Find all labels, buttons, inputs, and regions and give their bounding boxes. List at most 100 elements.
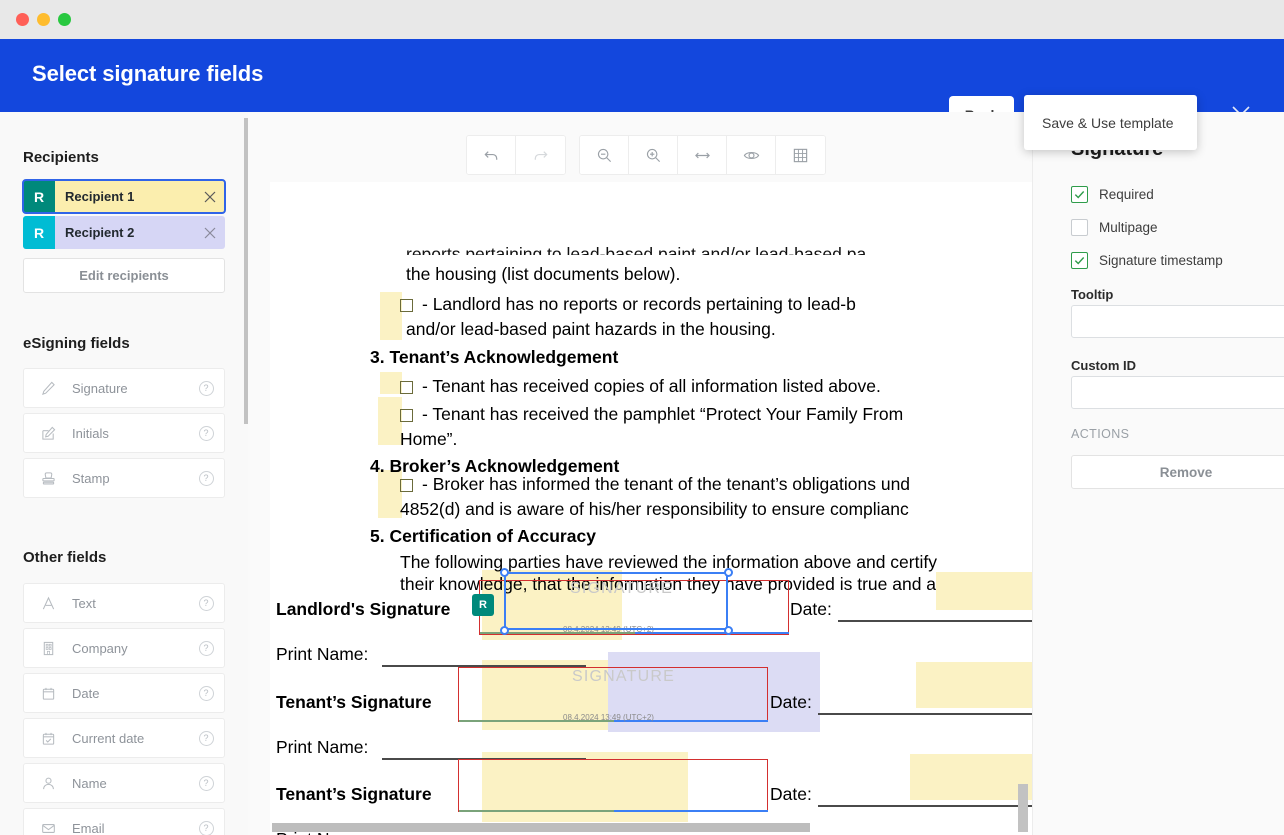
fit-width-button[interactable]	[678, 136, 727, 174]
window-minimize-dot[interactable]	[37, 13, 50, 26]
toolbar-history-group	[466, 135, 566, 175]
remove-field-button[interactable]: Remove	[1071, 455, 1284, 489]
date-field-highlight[interactable]	[910, 754, 1032, 800]
grid-button[interactable]	[776, 136, 825, 174]
field-label: Signature	[72, 381, 188, 396]
question-mark-icon: ?	[199, 596, 214, 611]
print-name-label-1: Print Name:	[276, 642, 368, 667]
doc-heading-3: 3. Tenant’s Acknowledgement	[370, 345, 618, 370]
menu-item-save-and-use-template[interactable]: Save & Use template	[1024, 95, 1197, 150]
grid-icon	[792, 147, 809, 164]
date-field-highlight[interactable]	[936, 572, 1032, 610]
field-signature[interactable]: Signature ?	[23, 368, 225, 408]
field-name[interactable]: Name ?	[23, 763, 225, 803]
doc-line-0: reports pertaining to lead-based paint a…	[406, 242, 866, 255]
doc-line-10: 4852(d) and is aware of his/her responsi…	[400, 497, 909, 522]
redo-button[interactable]	[516, 136, 565, 174]
document-horizontal-scrollbar-thumb[interactable]	[272, 823, 810, 832]
signature-placeholder: SIGNATURE	[572, 668, 675, 686]
field-company[interactable]: Company ?	[23, 628, 225, 668]
doc-checkbox[interactable]	[400, 409, 413, 422]
doc-checkbox[interactable]	[400, 299, 413, 312]
document-toolbar	[466, 135, 826, 175]
edit-recipients-button[interactable]: Edit recipients	[23, 258, 225, 293]
recipient-item-2[interactable]: R Recipient 2	[23, 216, 225, 249]
doc-line-7: Home”.	[400, 427, 457, 452]
question-mark-icon: ?	[199, 641, 214, 656]
tenant-signature-label-1: Tenant’s Signature	[276, 690, 432, 715]
field-highlight[interactable]	[380, 292, 402, 340]
field-initials[interactable]: Initials ?	[23, 413, 225, 453]
window-controls	[16, 13, 71, 26]
date-label-2: Date:	[770, 690, 812, 715]
field-help-button[interactable]: ?	[188, 776, 224, 791]
field-label: Initials	[72, 426, 188, 441]
field-highlight[interactable]	[378, 397, 402, 445]
field-help-button[interactable]: ?	[188, 596, 224, 611]
checkbox-signature-timestamp[interactable]: Signature timestamp	[1071, 252, 1223, 269]
field-help-button[interactable]: ?	[188, 686, 224, 701]
zoom-out-button[interactable]	[580, 136, 629, 174]
date-label-1: Date:	[790, 597, 832, 622]
checkbox-multipage[interactable]: Multipage	[1071, 219, 1158, 236]
signature-field-box-3[interactable]	[458, 759, 768, 812]
doc-line-9: - Broker has informed the tenant of the …	[422, 472, 910, 497]
redo-arrow-icon	[532, 147, 549, 164]
resize-handle-bottom-right[interactable]	[724, 626, 733, 635]
close-icon	[203, 226, 217, 240]
resize-handle-top-left[interactable]	[500, 568, 509, 577]
signature-rule	[459, 810, 614, 812]
tooltip-label: Tooltip	[1071, 287, 1113, 302]
recipient-avatar: R	[23, 180, 55, 213]
selection-frame[interactable]	[504, 572, 728, 630]
zoom-in-button[interactable]	[629, 136, 678, 174]
tooltip-input[interactable]	[1071, 305, 1284, 338]
checkbox-box	[1071, 219, 1088, 236]
undo-arrow-icon	[483, 147, 500, 164]
doc-heading-5: 5. Certification of Accuracy	[370, 524, 596, 549]
field-date[interactable]: Date ?	[23, 673, 225, 713]
pen-icon	[24, 381, 72, 396]
window-maximize-dot[interactable]	[58, 13, 71, 26]
resize-handle-bottom-left[interactable]	[500, 626, 509, 635]
question-mark-icon: ?	[199, 471, 214, 486]
preview-button[interactable]	[727, 136, 776, 174]
resize-handle-top-right[interactable]	[724, 568, 733, 577]
field-text[interactable]: Text ?	[23, 583, 225, 623]
field-email[interactable]: Email ?	[23, 808, 225, 835]
window-close-dot[interactable]	[16, 13, 29, 26]
remove-recipient-button[interactable]	[195, 226, 225, 240]
field-stamp[interactable]: Stamp ?	[23, 458, 225, 498]
pdf-page[interactable]: reports pertaining to lead-based paint a…	[270, 182, 1032, 835]
recipient-badge[interactable]: R	[472, 594, 494, 616]
recipient-item-1[interactable]: R Recipient 1	[23, 180, 225, 213]
magnifier-minus-icon	[596, 147, 613, 164]
doc-checkbox[interactable]	[400, 479, 413, 492]
field-help-button[interactable]: ?	[188, 731, 224, 746]
document-vertical-scrollbar-thumb[interactable]	[1018, 784, 1028, 832]
field-help-button[interactable]: ?	[188, 471, 224, 486]
checkbox-required[interactable]: Required	[1071, 186, 1154, 203]
page-title: Select signature fields	[32, 61, 263, 87]
doc-line-5: - Tenant has received copies of all info…	[422, 374, 881, 399]
doc-line-2: - Landlord has no reports or records per…	[422, 292, 856, 317]
undo-button[interactable]	[467, 136, 516, 174]
recipient-avatar: R	[23, 216, 55, 249]
recipient-label: Recipient 2	[55, 225, 195, 240]
pen-square-icon	[24, 426, 72, 441]
field-help-button[interactable]: ?	[188, 381, 224, 396]
date-field-highlight[interactable]	[916, 662, 1032, 708]
remove-recipient-button[interactable]	[195, 190, 225, 204]
field-help-button[interactable]: ?	[188, 821, 224, 835]
custom-id-input[interactable]	[1071, 376, 1284, 409]
field-current-date[interactable]: Current date ?	[23, 718, 225, 758]
doc-checkbox[interactable]	[400, 381, 413, 394]
stamp-icon	[24, 471, 72, 486]
field-label: Current date	[72, 731, 188, 746]
field-help-button[interactable]: ?	[188, 426, 224, 441]
doc-line-6: - Tenant has received the pamphlet “Prot…	[422, 402, 903, 427]
field-properties-panel: Signature Required Multipage Signature t…	[1032, 112, 1284, 835]
field-help-button[interactable]: ?	[188, 641, 224, 656]
field-highlight[interactable]	[380, 372, 402, 394]
question-mark-icon: ?	[199, 686, 214, 701]
